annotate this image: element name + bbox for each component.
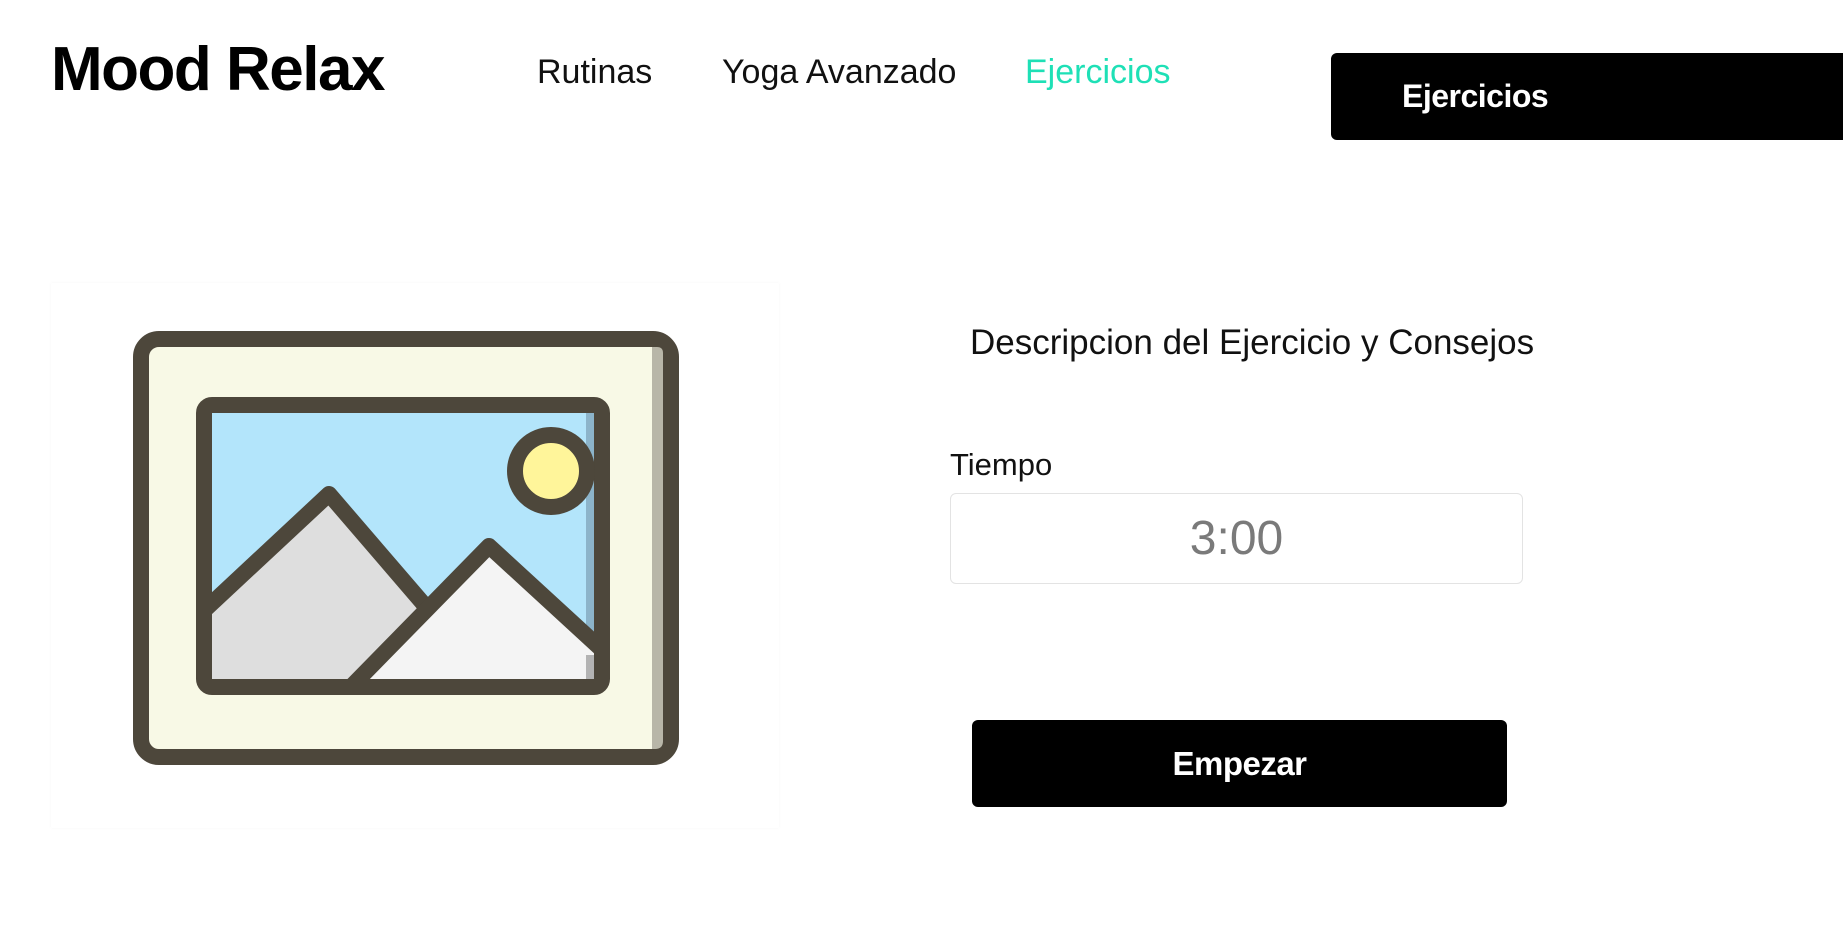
nav-link-yoga-avanzado[interactable]: Yoga Avanzado [722, 52, 956, 92]
exercise-description-title: Descripcion del Ejercicio y Consejos [970, 323, 1535, 362]
exercise-image [51, 283, 779, 828]
page: Mood Relax Rutinas Yoga Avanzado Ejercic… [0, 0, 1843, 930]
logo[interactable]: Mood Relax [51, 34, 385, 106]
time-input[interactable] [950, 493, 1523, 584]
nav-link-rutinas[interactable]: Rutinas [537, 52, 652, 92]
start-button[interactable]: Empezar [972, 720, 1507, 807]
time-label: Tiempo [950, 447, 1053, 482]
image-placeholder-icon [133, 331, 679, 765]
ejercicios-button[interactable]: Ejercicios [1331, 53, 1843, 140]
nav-link-ejercicios[interactable]: Ejercicios [1025, 52, 1170, 92]
